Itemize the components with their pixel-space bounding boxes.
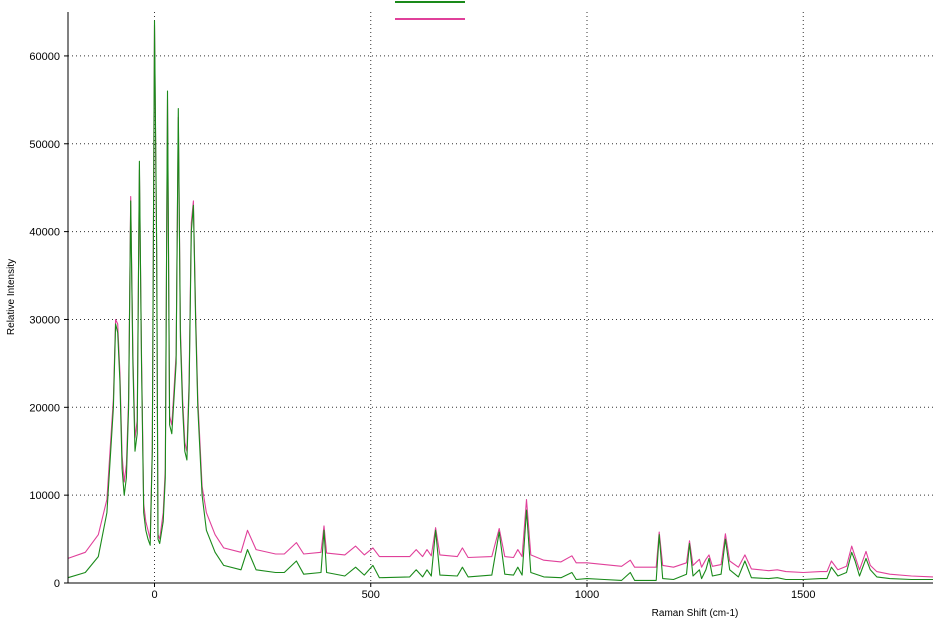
- y-tick-label: 60000: [29, 51, 60, 63]
- y-tick-label: 0: [54, 578, 60, 590]
- x-tick-label: 1500: [791, 589, 815, 601]
- axes: [64, 12, 933, 587]
- x-axis-title: Raman Shift (cm-1): [652, 608, 739, 619]
- y-tick-label: 40000: [29, 227, 60, 239]
- tick-labels: 0 10000 20000 30000 40000 50000 60000 0 500 1000 1…: [29, 51, 815, 601]
- y-tick-label: 20000: [29, 402, 60, 414]
- y-tick-label: 30000: [29, 314, 60, 326]
- x-tick-label: 1000: [575, 589, 599, 601]
- y-tick-label: 10000: [29, 490, 60, 502]
- raman-chart: 0 10000 20000 30000 40000 50000 60000 0 500 1000 1…: [6, 1, 933, 619]
- y-tick-label: 50000: [29, 139, 60, 151]
- series-line: [67, 24, 933, 578]
- x-tick-label: 0: [151, 589, 157, 601]
- legend: [395, 1, 465, 20]
- x-tick-label: 500: [362, 589, 380, 601]
- grid: [68, 12, 933, 583]
- y-axis-title: Relative Intensity: [6, 259, 17, 335]
